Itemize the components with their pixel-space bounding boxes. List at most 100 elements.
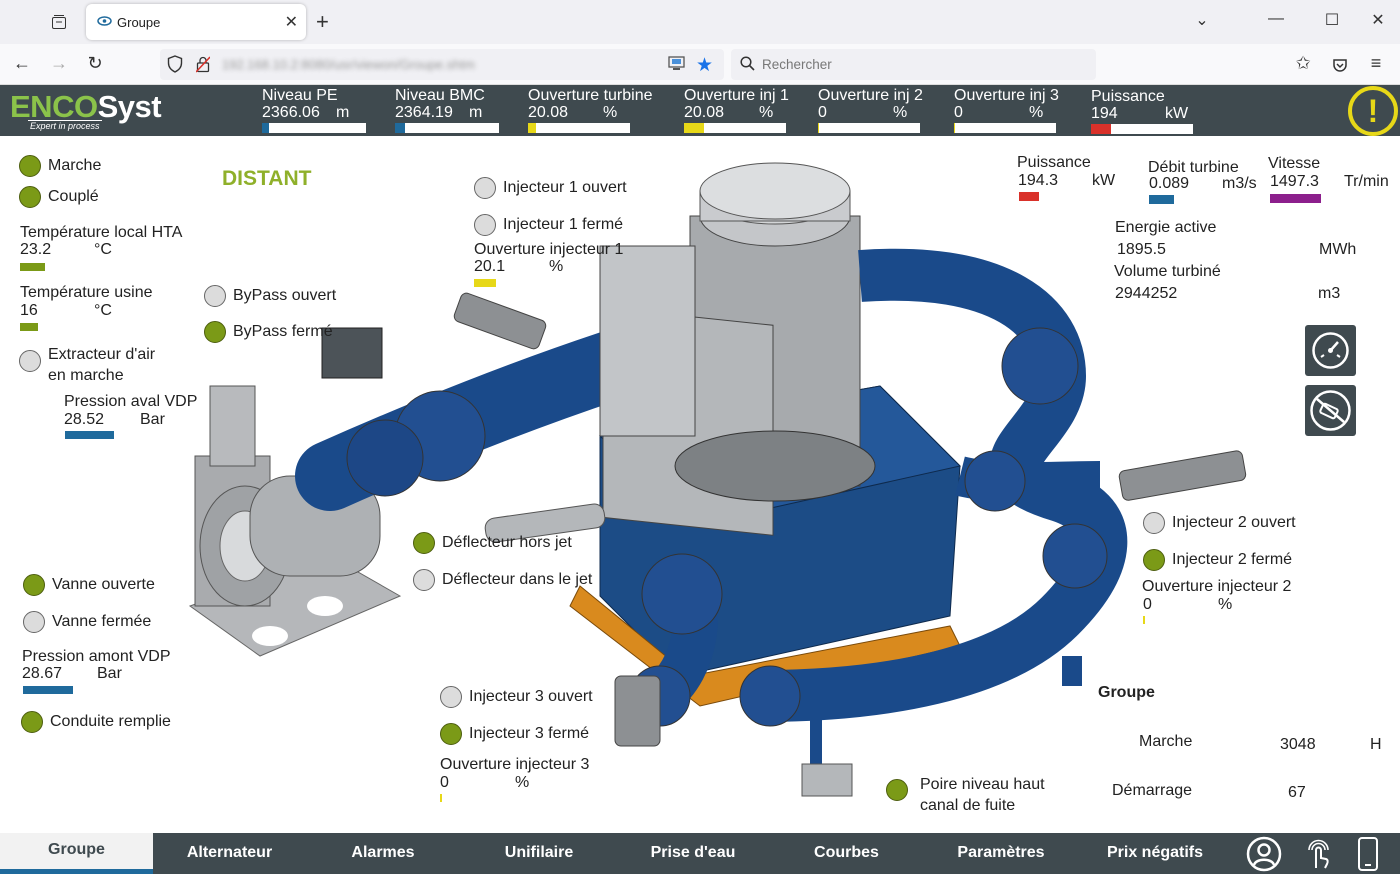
status-led: [413, 532, 435, 554]
metric-value: 194: [1091, 105, 1118, 122]
indicator-label: Marche: [48, 157, 102, 174]
extensions-star-icon[interactable]: ✩: [1291, 53, 1315, 77]
indicator-label: ByPass fermé: [233, 323, 333, 340]
indicator-inj2-ouvert: Injecteur 2 ouvert: [1143, 512, 1296, 534]
new-tab-icon[interactable]: +: [316, 9, 329, 35]
nav-prix-negatifs[interactable]: Prix négatifs: [1077, 833, 1233, 874]
demarrage-label: Démarrage: [1112, 782, 1193, 799]
indicator-label: Injecteur 3 ouvert: [469, 688, 593, 705]
inj1-ouverture-bar: [474, 279, 496, 287]
indicator-deflecteur-dans-jet: Déflecteur dans le jet: [413, 569, 592, 591]
metric-niveau-pe: Niveau PE 2366.06 m: [262, 87, 366, 133]
status-led: [886, 779, 908, 801]
metric-value: 2366.06: [262, 104, 320, 121]
nav-courbes[interactable]: Courbes: [768, 833, 925, 874]
alert-icon[interactable]: !: [1348, 86, 1398, 136]
indicator-label: Injecteur 3 fermé: [469, 725, 590, 742]
indicator-conduite-remplie: Conduite remplie: [21, 711, 171, 733]
indicator-marche: Marche: [19, 155, 101, 177]
metric-value: 2364.19: [395, 104, 453, 121]
pression-aval-value: 28.52: [64, 411, 105, 428]
bookmark-star-icon[interactable]: ★: [696, 54, 713, 77]
temp-usine-label: Température usine: [20, 284, 153, 301]
browser-tab[interactable]: Groupe ✕: [86, 4, 306, 40]
no-camera-icon[interactable]: [1305, 385, 1356, 436]
metric-bar: [1091, 124, 1193, 134]
energie-label: Energie active: [1115, 219, 1217, 236]
status-led: [19, 186, 41, 208]
volume-label: Volume turbiné: [1114, 263, 1221, 280]
forward-icon[interactable]: →: [47, 53, 71, 77]
nav-unifilaire[interactable]: Unifilaire: [460, 833, 618, 874]
tab-list-icon[interactable]: [46, 10, 72, 34]
indicator-inj3-ouvert: Injecteur 3 ouvert: [440, 686, 593, 708]
metric-ouverture-inj1: Ouverture inj 1 20.08 %: [684, 87, 789, 133]
browser-tab-bar: Groupe ✕ + ⌄ — ☐ ✕: [0, 0, 1400, 44]
metric-label: Niveau BMC: [395, 87, 485, 104]
metric-label: Ouverture inj 3: [954, 87, 1059, 104]
url-bar[interactable]: 192.168.10.2:8080/usr/viewon/Groupe.shtm…: [160, 49, 724, 80]
search-icon: [740, 56, 755, 76]
reload-icon[interactable]: ↻: [83, 53, 107, 77]
close-tab-icon[interactable]: ✕: [285, 12, 298, 32]
menu-icon[interactable]: ≡: [1364, 53, 1388, 77]
puissance-bar: [1019, 192, 1039, 201]
shield-icon[interactable]: [167, 55, 183, 78]
search-input[interactable]: Rechercher: [762, 57, 832, 72]
metric-label: Niveau PE: [262, 87, 338, 104]
extracteur-label-line1: Extracteur d'air: [48, 346, 156, 363]
close-window-icon[interactable]: ✕: [1366, 10, 1390, 30]
indicator-inj1-ferme: Injecteur 1 fermé: [474, 214, 623, 236]
metric-ouverture-turbine: Ouverture turbine 20.08 %: [528, 87, 653, 133]
minimize-icon[interactable]: —: [1264, 10, 1288, 28]
chevron-down-icon[interactable]: ⌄: [1190, 10, 1214, 30]
metric-bar: [395, 123, 499, 133]
page-translate-icon[interactable]: [668, 56, 685, 77]
logo-enco: ENCO: [10, 89, 98, 124]
back-icon[interactable]: ←: [10, 53, 34, 77]
metric-bar-fill: [528, 123, 537, 133]
mode-distant-label: DISTANT: [222, 167, 312, 190]
browser-nav-bar: ← → ↻ 192.168.10.2:8080/usr/viewon/Group…: [0, 44, 1400, 85]
nav-alarmes[interactable]: Alarmes: [306, 833, 460, 874]
maximize-icon[interactable]: ☐: [1320, 10, 1344, 30]
inj1-ouverture-unit: %: [549, 258, 564, 275]
status-led: [440, 723, 462, 745]
tab-title: Groupe: [117, 15, 161, 30]
indicator-poire-niveau: [886, 779, 915, 801]
status-led: [23, 574, 45, 596]
nav-prise-deau[interactable]: Prise d'eau: [618, 833, 768, 874]
metric-label: Ouverture inj 2: [818, 87, 923, 104]
url-text: 192.168.10.2:8080/usr/viewon/Groupe.shtm: [222, 57, 475, 72]
indicator-inj2-ferme: Injecteur 2 fermé: [1143, 549, 1292, 571]
search-bar[interactable]: Rechercher: [731, 49, 1096, 80]
metric-bar-fill: [954, 123, 956, 133]
debit-value: 0.089: [1149, 175, 1190, 192]
debit-unit: m3/s: [1222, 175, 1257, 192]
metric-value: 0: [818, 104, 827, 121]
metric-bar: [818, 123, 920, 133]
nav-alternateur[interactable]: Alternateur: [153, 833, 306, 874]
inj3-ouverture-unit: %: [515, 774, 530, 791]
energie-value: 1895.5: [1117, 241, 1166, 258]
indicator-couple: Couplé: [19, 186, 99, 208]
mobile-icon[interactable]: [1350, 836, 1386, 872]
pocket-icon[interactable]: [1328, 53, 1352, 77]
insecure-lock-icon[interactable]: [195, 56, 211, 78]
volume-value: 2944252: [1115, 285, 1178, 302]
inj2-ouverture-label: Ouverture injecteur 2: [1142, 578, 1292, 595]
user-account-icon[interactable]: [1246, 836, 1282, 872]
metric-bar: [262, 123, 366, 133]
touch-icon[interactable]: [1300, 836, 1336, 872]
inj1-ouverture-value: 20.1: [474, 258, 506, 275]
speedometer-icon[interactable]: [1305, 325, 1356, 376]
nav-parametres[interactable]: Paramètres: [925, 833, 1077, 874]
temp-hta-value: 23.2: [20, 241, 52, 258]
turbine-illustration: [188, 162, 1400, 833]
debit-bar: [1149, 195, 1174, 204]
indicator-inj1-ouvert: Injecteur 1 ouvert: [474, 177, 627, 199]
inj2-ouverture-unit: %: [1218, 596, 1233, 613]
marche-hours-value: 3048: [1280, 736, 1316, 753]
inj3-ouverture-label: Ouverture injecteur 3: [440, 756, 590, 773]
nav-groupe[interactable]: Groupe: [0, 833, 153, 874]
